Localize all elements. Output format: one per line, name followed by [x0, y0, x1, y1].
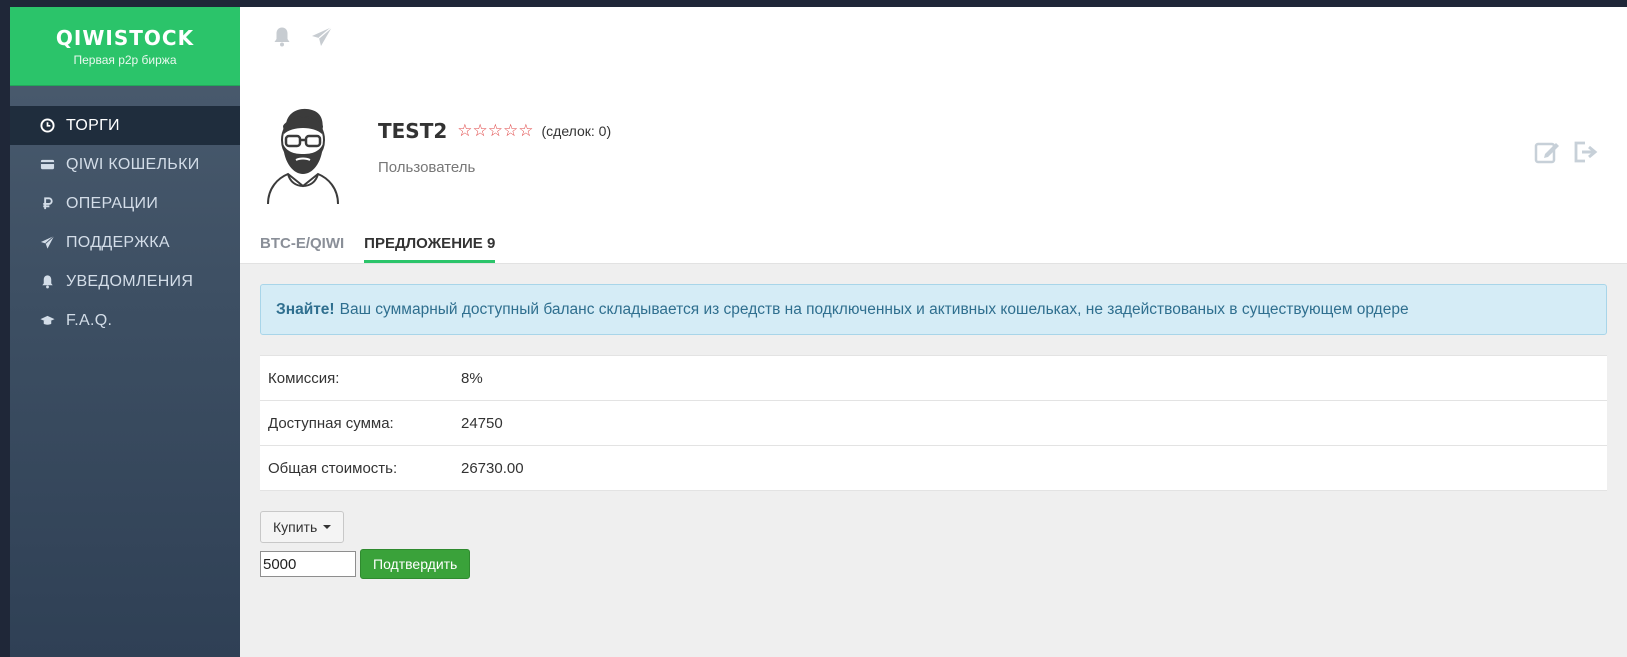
card-icon — [38, 157, 56, 173]
row-key: Общая стоимость: — [268, 459, 398, 477]
confirm-button[interactable]: Подтвердить — [360, 549, 471, 579]
clock-icon — [38, 118, 56, 134]
sidebar-item-label: ПОДДЕРЖКА — [66, 233, 170, 251]
main-panel: TEST2 ☆☆☆☆☆ (сделок: 0) Пользователь BTC… — [240, 7, 1627, 657]
caret-down-icon — [323, 525, 332, 529]
sidebar-item-wallets[interactable]: QIWI КОШЕЛЬКИ — [10, 145, 240, 184]
app-frame: QIWISTOCK Первая p2p биржа ТОРГИ QIWI КО… — [10, 7, 1627, 657]
row-value: 26730.00 — [461, 459, 524, 477]
alert-text: Ваш суммарный доступный баланс складывае… — [339, 300, 1409, 318]
row-value: 24750 — [461, 414, 503, 432]
row-key: Доступная сумма: — [268, 414, 394, 432]
deals-count: (сделок: 0) — [541, 123, 612, 139]
info-alert: Знайте! Ваш суммарный доступный баланс с… — [260, 284, 1607, 335]
username-row: TEST2 ☆☆☆☆☆ (сделок: 0) — [378, 119, 611, 143]
rating-stars: ☆☆☆☆☆ — [457, 121, 534, 140]
sidebar-item-label: QIWI КОШЕЛЬКИ — [66, 155, 200, 173]
order-form: Подтвердить — [260, 549, 1607, 579]
row-value: 8% — [461, 369, 483, 387]
row-key: Комиссия: — [268, 369, 340, 387]
bell-icon[interactable] — [270, 25, 294, 54]
sidebar-item-label: УВЕДОМЛЕНИЯ — [66, 272, 194, 290]
profile-actions — [1533, 138, 1599, 171]
sidebar-item-notifications[interactable]: УВЕДОМЛЕНИЯ — [10, 262, 240, 301]
paper-plane-icon[interactable] — [310, 25, 334, 54]
topbar — [240, 7, 1627, 72]
bell-icon — [38, 274, 56, 290]
logout-icon[interactable] — [1571, 138, 1599, 171]
ruble-icon — [38, 196, 56, 212]
edit-icon[interactable] — [1533, 138, 1561, 171]
alert-strong: Знайте! — [276, 300, 335, 318]
sidebar-nav: ТОРГИ QIWI КОШЕЛЬКИ ОПЕРАЦИИ ПОДДЕРЖКА У… — [10, 106, 240, 340]
sidebar-item-trading[interactable]: ТОРГИ — [10, 106, 240, 145]
sidebar-item-label: F.A.Q. — [66, 311, 113, 329]
tab-offer[interactable]: ПРЕДЛОЖЕНИЕ 9 — [364, 235, 496, 263]
content-area: Знайте! Ваш суммарный доступный баланс с… — [240, 263, 1627, 657]
profile-header: TEST2 ☆☆☆☆☆ (сделок: 0) Пользователь — [240, 102, 1627, 212]
offer-details-table: Комиссия: 8% Доступная сумма: 24750 Обща… — [260, 355, 1607, 491]
sidebar: QIWISTOCK Первая p2p биржа ТОРГИ QIWI КО… — [10, 7, 240, 657]
sidebar-item-operations[interactable]: ОПЕРАЦИИ — [10, 184, 240, 223]
sidebar-item-label: ОПЕРАЦИИ — [66, 194, 159, 212]
sidebar-item-faq[interactable]: F.A.Q. — [10, 301, 240, 340]
buy-dropdown-button[interactable]: Купить — [260, 511, 345, 543]
sidebar-item-label: ТОРГИ — [66, 116, 120, 134]
sidebar-item-support[interactable]: ПОДДЕРЖКА — [10, 223, 240, 262]
amount-input[interactable] — [260, 551, 356, 577]
username: TEST2 — [378, 119, 448, 143]
brand[interactable]: QIWISTOCK Первая p2p биржа — [10, 7, 240, 86]
paper-plane-icon — [38, 235, 56, 251]
table-row: Комиссия: 8% — [260, 356, 1607, 401]
table-row: Доступная сумма: 24750 — [260, 401, 1607, 446]
table-row: Общая стоимость: 26730.00 — [260, 446, 1607, 491]
brand-title: QIWISTOCK — [55, 25, 195, 50]
buy-label: Купить — [273, 519, 318, 535]
user-role: Пользователь — [378, 159, 476, 176]
graduation-cap-icon — [38, 313, 56, 329]
tabs: BTC-E/QIWI ПРЕДЛОЖЕНИЕ 9 — [260, 235, 496, 263]
brand-subtitle: Первая p2p биржа — [73, 52, 177, 67]
avatar — [267, 108, 339, 205]
tab-btc-e-qiwi[interactable]: BTC-E/QIWI — [260, 235, 344, 263]
